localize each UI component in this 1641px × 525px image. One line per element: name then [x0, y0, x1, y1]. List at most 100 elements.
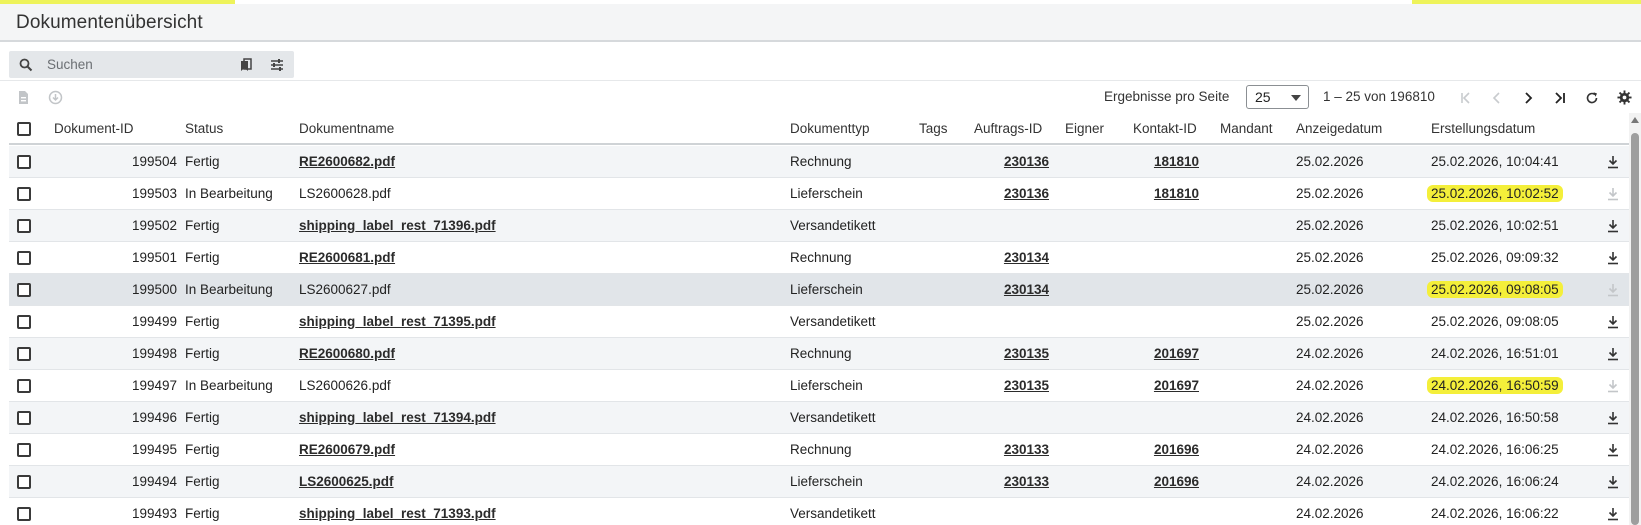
pagination-range: 1 – 25 von 196810 — [1323, 89, 1435, 104]
download-icon[interactable] — [1605, 250, 1621, 266]
document-icon[interactable] — [11, 81, 35, 114]
bookmarks-icon[interactable] — [235, 51, 257, 78]
column-header-display-date[interactable]: Anzeigedatum — [1296, 121, 1382, 136]
row-checkbox[interactable] — [17, 155, 31, 169]
order-id-link[interactable]: 230133 — [969, 442, 1049, 457]
results-per-page-select[interactable]: 25 — [1246, 85, 1309, 109]
filter-settings-icon[interactable] — [266, 51, 288, 78]
download-icon[interactable] — [1605, 346, 1621, 362]
column-header-client[interactable]: Mandant — [1220, 121, 1273, 136]
refresh-icon[interactable] — [1580, 81, 1604, 114]
document-type: Rechnung — [790, 442, 852, 457]
row-checkbox[interactable] — [17, 219, 31, 233]
row-checkbox[interactable] — [17, 187, 31, 201]
table-row[interactable]: 199502 Fertig shipping_label_rest_71396.pd… — [9, 210, 1629, 242]
creation-date: 24.02.2026, 16:51:01 — [1431, 346, 1559, 361]
document-name[interactable]: shipping_label_rest_71395.pdf — [299, 314, 496, 329]
download-icon[interactable] — [1605, 218, 1621, 234]
order-id-link[interactable]: 230136 — [969, 186, 1049, 201]
title-bar: Dokumentenübersicht — [0, 4, 1641, 42]
contact-id-link[interactable]: 201696 — [1119, 474, 1199, 489]
scroll-up-icon[interactable] — [1631, 117, 1639, 123]
row-checkbox[interactable] — [17, 251, 31, 265]
table-row[interactable]: 199504 Fertig RE2600682.pdf Rechnung 230136 1… — [9, 146, 1629, 178]
status-text: Fertig — [185, 442, 220, 457]
last-page-icon[interactable] — [1548, 81, 1572, 114]
table-row[interactable]: 199499 Fertig shipping_label_rest_71395.pd… — [9, 306, 1629, 338]
document-type: Versandetikett — [790, 410, 876, 425]
table-row[interactable]: 199503 In Bearbeitung LS2600628.pdf Liefers… — [9, 178, 1629, 210]
document-name[interactable]: RE2600681.pdf — [299, 250, 395, 265]
column-header-name[interactable]: Dokumentname — [299, 121, 394, 136]
table-row[interactable]: 199500 In Bearbeitung LS2600627.pdf Liefers… — [9, 274, 1629, 306]
order-id-link[interactable]: 230135 — [969, 346, 1049, 361]
column-header-status[interactable]: Status — [185, 121, 223, 136]
download-icon[interactable] — [1605, 410, 1621, 426]
download-icon[interactable] — [1605, 506, 1621, 522]
row-checkbox[interactable] — [17, 411, 31, 425]
order-id-link[interactable]: 230134 — [969, 250, 1049, 265]
display-date: 25.02.2026 — [1296, 154, 1364, 169]
row-checkbox[interactable] — [17, 475, 31, 489]
first-page-icon[interactable] — [1454, 81, 1478, 114]
column-header-type[interactable]: Dokumenttyp — [790, 121, 870, 136]
creation-date: 24.02.2026, 16:50:59 — [1427, 377, 1563, 394]
document-name[interactable]: LS2600625.pdf — [299, 474, 394, 489]
vertical-scrollbar[interactable] — [1629, 113, 1641, 525]
contact-id-link[interactable]: 181810 — [1119, 186, 1199, 201]
row-checkbox[interactable] — [17, 347, 31, 361]
creation-date: 25.02.2026, 09:08:05 — [1431, 314, 1559, 329]
documents-table: Dokument-ID Status Dokumentname Dokument… — [9, 113, 1629, 525]
document-name[interactable]: RE2600679.pdf — [299, 442, 395, 457]
search-input[interactable] — [47, 54, 237, 75]
document-type: Rechnung — [790, 154, 852, 169]
document-name[interactable]: shipping_label_rest_71396.pdf — [299, 218, 496, 233]
order-id-link[interactable]: 230134 — [969, 282, 1049, 297]
download-icon[interactable] — [1605, 154, 1621, 170]
table-row[interactable]: 199497 In Bearbeitung LS2600626.pdf Liefers… — [9, 370, 1629, 402]
document-name[interactable]: shipping_label_rest_71393.pdf — [299, 506, 496, 521]
download-icon[interactable] — [1605, 442, 1621, 458]
table-row[interactable]: 199496 Fertig shipping_label_rest_71394.pd… — [9, 402, 1629, 434]
contact-id-link[interactable]: 201697 — [1119, 378, 1199, 393]
table-row[interactable]: 199495 Fertig RE2600679.pdf Rechnung 230133 2… — [9, 434, 1629, 466]
table-row[interactable]: 199494 Fertig LS2600625.pdf Lieferschein 230… — [9, 466, 1629, 498]
column-header-tags[interactable]: Tags — [919, 121, 948, 136]
row-checkbox[interactable] — [17, 443, 31, 457]
next-page-icon[interactable] — [1516, 81, 1540, 114]
document-name[interactable]: shipping_label_rest_71394.pdf — [299, 410, 496, 425]
document-id: 199496 — [131, 410, 177, 425]
column-header-id[interactable]: Dokument-ID — [54, 121, 134, 136]
contact-id-link[interactable]: 201696 — [1119, 442, 1199, 457]
document-name[interactable]: RE2600682.pdf — [299, 154, 395, 169]
document-name[interactable]: RE2600680.pdf — [299, 346, 395, 361]
column-header-order-id[interactable]: Auftrags-ID — [974, 121, 1042, 136]
order-id-link[interactable]: 230136 — [969, 154, 1049, 169]
scrollbar-thumb[interactable] — [1631, 133, 1639, 525]
circle-arrow-icon[interactable] — [43, 81, 67, 114]
order-id-link[interactable]: 230133 — [969, 474, 1049, 489]
order-id-link[interactable]: 230135 — [969, 378, 1049, 393]
results-per-page-label: Ergebnisse pro Seite — [1104, 89, 1230, 104]
column-header-contact-id[interactable]: Kontakt-ID — [1133, 121, 1197, 136]
download-icon[interactable] — [1605, 314, 1621, 330]
row-checkbox[interactable] — [17, 379, 31, 393]
table-row[interactable]: 199493 Fertig shipping_label_rest_71393.pd… — [9, 498, 1629, 525]
download-icon[interactable] — [1605, 474, 1621, 490]
creation-date: 24.02.2026, 16:06:25 — [1431, 442, 1559, 457]
select-all-checkbox[interactable] — [17, 122, 31, 136]
column-header-owner[interactable]: Eigner — [1065, 121, 1104, 136]
document-type: Lieferschein — [790, 282, 863, 297]
row-checkbox[interactable] — [17, 507, 31, 521]
search-icon[interactable] — [15, 51, 37, 78]
table-row[interactable]: 199501 Fertig RE2600681.pdf Rechnung 230134 2… — [9, 242, 1629, 274]
table-row[interactable]: 199498 Fertig RE2600680.pdf Rechnung 230135 2… — [9, 338, 1629, 370]
column-header-created[interactable]: Erstellungsdatum — [1431, 121, 1535, 136]
status-text: Fertig — [185, 346, 220, 361]
gear-icon[interactable] — [1612, 81, 1636, 114]
row-checkbox[interactable] — [17, 283, 31, 297]
row-checkbox[interactable] — [17, 315, 31, 329]
contact-id-link[interactable]: 201697 — [1119, 346, 1199, 361]
contact-id-link[interactable]: 181810 — [1119, 154, 1199, 169]
previous-page-icon[interactable] — [1485, 81, 1509, 114]
